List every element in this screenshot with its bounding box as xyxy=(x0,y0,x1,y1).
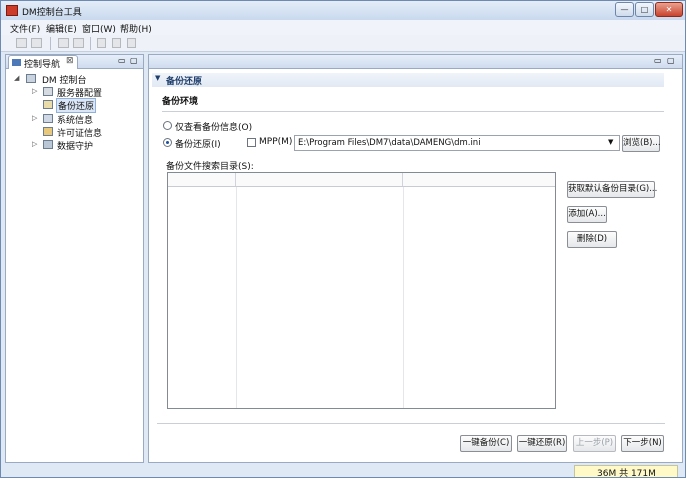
dir-label: 备份文件搜索目录(S): xyxy=(166,162,254,172)
expand-icon[interactable]: ▷ xyxy=(32,87,37,95)
menu-edit[interactable]: 编辑(E) xyxy=(46,22,77,35)
nav-panel: 控制导航 ⊠ ▭ ▢ ◢ DM 控制台 ▷ 服务器配置 备份还原 ▷ 系统信息 xyxy=(5,54,144,463)
radio-backup-restore-label[interactable]: 备份还原(I) xyxy=(175,137,221,150)
tree-item-label: 系统信息 xyxy=(57,116,94,126)
one-key-backup-button[interactable]: 一键备份(C) xyxy=(460,435,512,452)
combo-arrow-icon[interactable]: ▼ xyxy=(608,138,613,146)
tree-item-server-config[interactable]: ▷ 服务器配置 xyxy=(32,86,142,99)
radio-backup-restore[interactable] xyxy=(163,138,172,147)
window-title: DM控制台工具 xyxy=(22,8,82,18)
minimize-button[interactable]: — xyxy=(615,2,634,17)
group-title: 备份环境 xyxy=(162,97,199,107)
tree-root[interactable]: ◢ DM 控制台 xyxy=(14,73,134,86)
close-button[interactable]: ✕ xyxy=(655,2,683,17)
tree-item-label: 许可证信息 xyxy=(57,129,103,139)
menu-window[interactable]: 窗口(W) xyxy=(82,22,116,35)
tree-item-backup-restore[interactable]: 备份还原 xyxy=(32,98,142,113)
copy-window-icon[interactable] xyxy=(31,38,42,48)
cut-icon[interactable] xyxy=(97,38,106,48)
table-header-col-3[interactable] xyxy=(403,173,555,186)
tree-item-license[interactable]: 许可证信息 xyxy=(32,126,142,139)
group-divider xyxy=(162,111,664,112)
dm-app-icon xyxy=(6,5,18,16)
tab-control-nav[interactable]: 控制导航 ⊠ xyxy=(8,55,78,70)
title-bar: DM控制台工具 — □ ✕ xyxy=(1,1,685,20)
next-step-button[interactable]: 下一步(N) xyxy=(621,435,664,452)
add-button[interactable]: 添加(A)... xyxy=(567,206,607,223)
browse-button[interactable]: 浏览(B)... xyxy=(622,135,661,152)
column-divider xyxy=(236,187,237,408)
minimize-view-icon[interactable]: ▭ xyxy=(118,56,126,65)
backup-restore-icon xyxy=(43,100,53,109)
ini-path-combo[interactable]: E:\Program Files\DM7\data\DAMENG\dm.ini … xyxy=(294,135,620,151)
memory-text: 36M 共 171M xyxy=(597,469,656,478)
app-window: DM控制台工具 — □ ✕ 文件(F) 编辑(E) 窗口(W) 帮助(H) 控制… xyxy=(0,0,686,478)
maximize-view-icon[interactable]: ▢ xyxy=(130,56,138,65)
expand-icon[interactable]: ▷ xyxy=(32,114,37,122)
nav-tab-close-icon[interactable]: ⊠ xyxy=(66,56,74,66)
menu-help[interactable]: 帮助(H) xyxy=(120,22,152,35)
maximize-view-icon[interactable]: ▢ xyxy=(667,56,675,65)
tree-item-label: 数据守护 xyxy=(57,142,94,152)
tree-root-label: DM 控制台 xyxy=(42,76,87,86)
table-header-col-2[interactable] xyxy=(236,173,403,186)
one-key-restore-button[interactable]: 一键还原(R) xyxy=(517,435,567,452)
paste-icon[interactable] xyxy=(127,38,136,48)
prev-step-button[interactable]: 上一步(P) xyxy=(573,435,616,452)
ini-path-value: E:\Program Files\DM7\data\DAMENG\dm.ini xyxy=(298,138,481,148)
menu-bar: 文件(F) 编辑(E) 窗口(W) 帮助(H) xyxy=(1,20,685,35)
bottom-divider xyxy=(157,423,665,424)
main-panel: ▭ ▢ ▼ 备份还原 备份环境 仅查看备份信息(O) 备份还原(I) MPP(M… xyxy=(148,54,683,463)
table-header xyxy=(168,173,555,187)
tree-item-system-info[interactable]: ▷ 系统信息 xyxy=(32,113,142,126)
get-default-dir-button[interactable]: 获取默认备份目录(G)... xyxy=(567,181,657,198)
status-bar: 36M 共 171M xyxy=(1,463,685,478)
delete-button[interactable]: 删除(D) xyxy=(567,231,617,248)
back-icon[interactable] xyxy=(58,38,69,48)
mpp-checkbox[interactable] xyxy=(247,138,256,147)
forward-icon[interactable] xyxy=(73,38,84,48)
backup-dir-table[interactable] xyxy=(167,172,556,409)
memory-usage-fill xyxy=(575,466,597,477)
toolbar-separator xyxy=(90,37,91,50)
section-title: 备份还原 xyxy=(166,77,203,87)
console-icon xyxy=(26,74,36,83)
toolbar xyxy=(1,35,685,52)
main-tab-bar: ▭ ▢ xyxy=(149,55,682,69)
section-collapse-icon[interactable]: ▼ xyxy=(155,74,160,82)
data-guard-icon xyxy=(43,140,53,149)
tree-item-data-guard[interactable]: ▷ 数据守护 xyxy=(32,139,142,152)
mpp-label[interactable]: MPP(M) xyxy=(259,137,292,147)
menu-file[interactable]: 文件(F) xyxy=(10,22,40,35)
section-header[interactable]: ▼ 备份还原 xyxy=(152,73,664,87)
table-header-col-1[interactable] xyxy=(168,173,236,186)
new-icon[interactable] xyxy=(16,38,27,48)
nav-tab-icon xyxy=(12,59,21,66)
nav-tab-label: 控制导航 xyxy=(24,60,61,70)
maximize-button[interactable]: □ xyxy=(635,2,654,17)
nav-tab-bar: 控制导航 ⊠ ▭ ▢ xyxy=(6,55,143,70)
tree-item-label: 备份还原 xyxy=(56,98,97,113)
collapse-icon[interactable]: ◢ xyxy=(14,74,19,82)
radio-view-only-label[interactable]: 仅查看备份信息(O) xyxy=(175,120,252,133)
copy-icon[interactable] xyxy=(112,38,121,48)
minimize-view-icon[interactable]: ▭ xyxy=(654,56,662,65)
memory-indicator[interactable]: 36M 共 171M xyxy=(574,465,678,478)
system-info-icon xyxy=(43,114,53,123)
toolbar-separator xyxy=(50,37,51,50)
license-icon xyxy=(43,127,53,136)
server-config-icon xyxy=(43,87,53,96)
radio-view-only[interactable] xyxy=(163,121,172,130)
expand-icon[interactable]: ▷ xyxy=(32,140,37,148)
column-divider xyxy=(403,187,404,408)
